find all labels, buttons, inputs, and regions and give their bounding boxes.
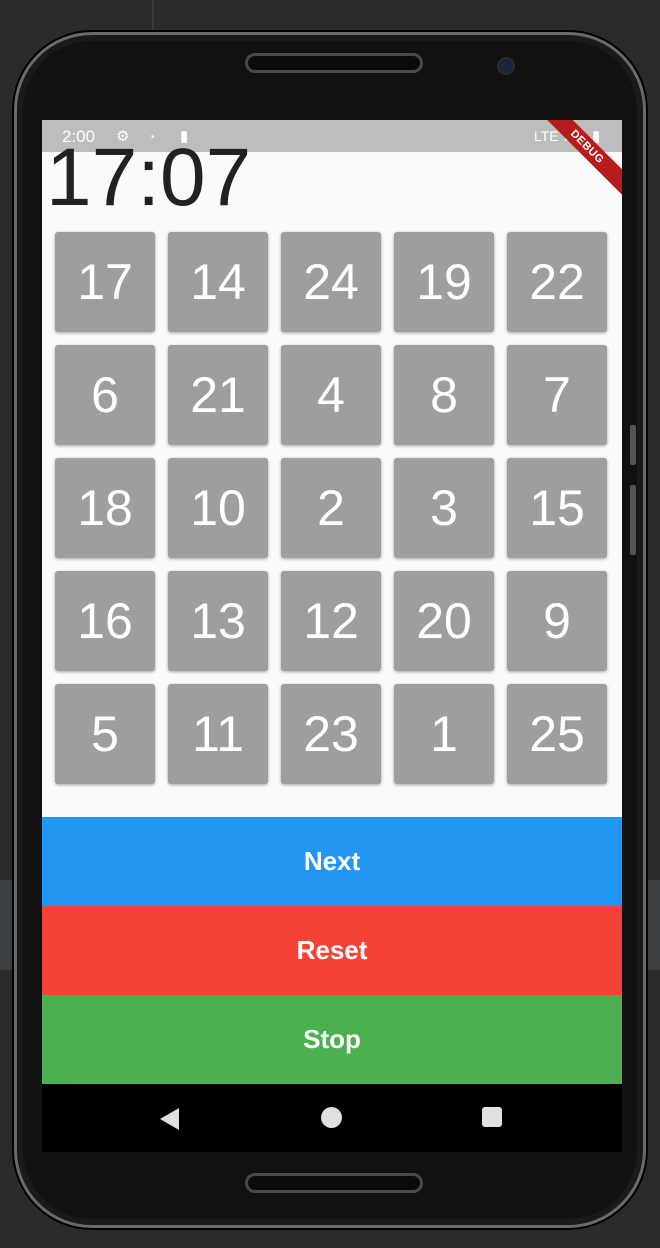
- number-tile[interactable]: 11: [168, 684, 268, 784]
- number-tile[interactable]: 17: [55, 232, 155, 332]
- number-tile[interactable]: 18: [55, 458, 155, 558]
- number-tile[interactable]: 9: [507, 571, 607, 671]
- volume-button: [630, 425, 636, 465]
- navigation-bar: [42, 1084, 622, 1152]
- number-tile[interactable]: 20: [394, 571, 494, 671]
- ide-divider: [152, 0, 154, 30]
- number-tile[interactable]: 8: [394, 345, 494, 445]
- number-tile[interactable]: 15: [507, 458, 607, 558]
- next-button[interactable]: Next: [42, 817, 622, 906]
- number-tile[interactable]: 19: [394, 232, 494, 332]
- number-tile[interactable]: 22: [507, 232, 607, 332]
- number-tile[interactable]: 3: [394, 458, 494, 558]
- recents-icon[interactable]: [482, 1107, 502, 1127]
- number-tile[interactable]: 10: [168, 458, 268, 558]
- front-camera: [497, 57, 515, 75]
- elapsed-time-display: 17:07: [46, 132, 252, 223]
- stop-button[interactable]: Stop: [42, 995, 622, 1084]
- back-icon[interactable]: [160, 1108, 179, 1130]
- bottom-speaker: [245, 1173, 423, 1193]
- number-tile[interactable]: 24: [281, 232, 381, 332]
- number-tile[interactable]: 12: [281, 571, 381, 671]
- number-tile[interactable]: 21: [168, 345, 268, 445]
- number-tile[interactable]: 7: [507, 345, 607, 445]
- app-screen: 2:00 ⚙ ◔ ▮ LTE ◢ ▮ DEBUG 17:07 171424192…: [42, 120, 622, 1152]
- reset-button[interactable]: Reset: [42, 906, 622, 995]
- number-tile[interactable]: 14: [168, 232, 268, 332]
- network-type: LTE: [534, 128, 559, 144]
- number-tile[interactable]: 4: [281, 345, 381, 445]
- number-tile[interactable]: 1: [394, 684, 494, 784]
- number-tile[interactable]: 2: [281, 458, 381, 558]
- number-tile[interactable]: 16: [55, 571, 155, 671]
- top-speaker: [245, 53, 423, 73]
- number-tile[interactable]: 6: [55, 345, 155, 445]
- number-grid: 17 14 24 19 22 6 21 4 8 7 18 10 2 3 15 16 13 12 20 9 5 11 23 1 2…: [55, 232, 607, 784]
- number-tile[interactable]: 25: [507, 684, 607, 784]
- home-icon[interactable]: [321, 1107, 342, 1128]
- number-tile[interactable]: 5: [55, 684, 155, 784]
- number-tile[interactable]: 23: [281, 684, 381, 784]
- number-tile[interactable]: 13: [168, 571, 268, 671]
- power-button: [630, 485, 636, 555]
